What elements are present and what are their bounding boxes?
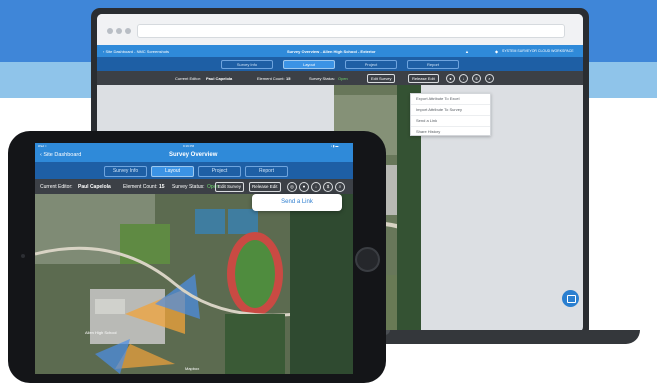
edit-survey-button[interactable]: Edit Survey [215, 182, 245, 192]
tab-project[interactable]: Project [345, 60, 397, 69]
window-control-icon[interactable] [116, 28, 122, 34]
survey-info-bar: Current Editor: Paul Capelola Element Co… [35, 179, 353, 194]
editor-label: Current Editor: [40, 184, 73, 190]
search-icon[interactable]: ⌕ [335, 182, 345, 192]
editor-label: Current Editor: [175, 76, 202, 81]
share-dropdown-menu: Export Attribute To Excel Import Attribu… [410, 93, 491, 136]
chat-icon [567, 295, 576, 303]
survey-info-bar: Current Editor: Paul Capelola Element Co… [97, 71, 583, 85]
workspace-label[interactable]: SYSTEM SURVEYOR CLOUD WORKSPACE [502, 49, 574, 53]
release-edit-button[interactable]: Release Edit [249, 182, 281, 192]
window-control-icon[interactable] [107, 28, 113, 34]
share-icon[interactable]: $ [323, 182, 333, 192]
app-header: ‹ Site Dashboard - NMC Screenshots Surve… [97, 45, 583, 57]
tablet-screen: iPad ≈ 9:19 PM ▪ ▮ ▬ ‹ Site Dashboard Su… [35, 143, 353, 374]
back-link[interactable]: ‹ Site Dashboard [40, 152, 81, 158]
editor-name: Paul Capelola [78, 184, 111, 190]
camera-icon [21, 254, 25, 258]
page-title: Survey Overview [169, 152, 218, 158]
menu-item-send-link[interactable]: Send a Link [411, 116, 490, 127]
menu-item-share-history[interactable]: Share History [411, 127, 490, 137]
tab-bar: Survey Info Layout Project Report [97, 57, 583, 71]
tab-report[interactable]: Report [407, 60, 459, 69]
map-attribution: Mapbox [185, 366, 199, 371]
element-count-label: Element Count: [257, 76, 285, 81]
back-link[interactable]: ‹ Site Dashboard - NMC Screenshots [103, 49, 169, 54]
clock: 9:19 PM [183, 144, 195, 148]
address-bar[interactable] [137, 24, 565, 38]
send-link-popup[interactable]: Send a Link [252, 194, 342, 211]
window-control-icon[interactable] [125, 28, 131, 34]
survey-status-label: Survey Status: [309, 76, 336, 81]
edit-survey-button[interactable]: Edit Survey [367, 74, 396, 83]
chat-button[interactable] [562, 290, 579, 307]
survey-status-value: Open [338, 76, 348, 81]
user-icon[interactable]: ● [299, 182, 309, 192]
tab-survey-info[interactable]: Survey Info [104, 166, 147, 177]
site-map[interactable]: Allen High School Mapbox [35, 194, 353, 374]
bell-icon[interactable]: ▲ [465, 49, 469, 54]
tablet-frame: iPad ≈ 9:19 PM ▪ ▮ ▬ ‹ Site Dashboard Su… [8, 131, 386, 383]
location-icon[interactable]: ◎ [287, 182, 297, 192]
tab-layout[interactable]: Layout [151, 166, 194, 177]
share-icon[interactable]: $ [472, 74, 481, 83]
page-title: Survey Overview - Allen High School - Ex… [287, 49, 376, 54]
search-icon[interactable]: ⌕ [485, 74, 494, 83]
element-count-label: Element Count: [123, 184, 158, 190]
map-label-school: Allen High School [85, 330, 117, 335]
element-count-value: 15 [159, 184, 165, 190]
element-count-value: 15 [286, 76, 291, 81]
survey-status-label: Survey Status: [172, 184, 205, 190]
editor-name: Paul Capelola [206, 76, 233, 81]
tab-report[interactable]: Report [245, 166, 288, 177]
nav-bar: ‹ Site Dashboard Survey Overview [35, 149, 353, 162]
carrier-label: iPad ≈ [38, 144, 47, 148]
download-icon[interactable]: ↓ [311, 182, 321, 192]
browser-bar [97, 14, 583, 46]
cloud-icon[interactable]: ◆ [495, 49, 498, 54]
tab-survey-info[interactable]: Survey Info [221, 60, 273, 69]
tab-project[interactable]: Project [198, 166, 241, 177]
download-icon[interactable]: ↓ [459, 74, 468, 83]
menu-item-export-attribute[interactable]: Export Attribute To Excel [411, 94, 490, 105]
tab-bar: Survey Info Layout Project Report [35, 162, 353, 179]
release-edit-button[interactable]: Release Edit [408, 74, 439, 83]
home-button[interactable] [355, 247, 380, 272]
tab-layout[interactable]: Layout [283, 60, 335, 69]
menu-item-import-attribute[interactable]: Import Attribute To Survey [411, 105, 490, 116]
user-icon[interactable]: ● [446, 74, 455, 83]
battery-icon: ▪ ▮ ▬ [331, 144, 339, 148]
